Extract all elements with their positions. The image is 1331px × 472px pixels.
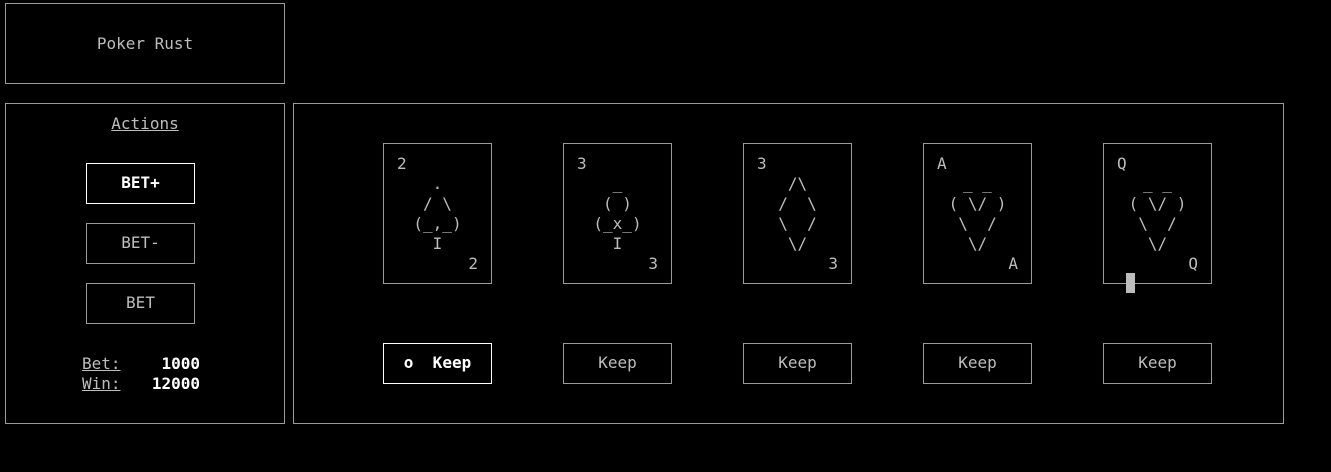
diamonds-icon: /\ / \ \ / \/ <box>778 174 817 253</box>
card-rank-bottom: Q <box>1188 254 1198 273</box>
bet-button[interactable]: BET <box>86 283 195 324</box>
card-3[interactable]: 3 /\ / \ \ / \/ 3 <box>743 143 852 284</box>
keep-button-1[interactable]: o Keep <box>383 343 492 384</box>
card-rank-top: A <box>937 154 947 173</box>
bet-value: 1000 <box>161 354 200 373</box>
card-1[interactable]: 2 . / \ (_,_) I 2 <box>383 143 492 284</box>
spades-icon: _ ( ) (_x_) I <box>593 174 642 253</box>
keep-button-2[interactable]: Keep <box>563 343 672 384</box>
win-label: Win: <box>82 374 121 393</box>
card-rank-bottom: 2 <box>468 254 478 273</box>
hearts-icon: _ _ ( \/ ) \ / \/ <box>1128 174 1187 253</box>
actions-heading: Actions <box>111 114 179 133</box>
card-rank-bottom: 3 <box>648 254 658 273</box>
card-4[interactable]: A _ _ ( \/ ) \ / \/ A <box>923 143 1032 284</box>
card-rank-bottom: A <box>1008 254 1018 273</box>
card-rank-top: 2 <box>397 154 407 173</box>
card-rank-top: 3 <box>757 154 767 173</box>
card-rank-bottom: 3 <box>828 254 838 273</box>
table-panel: 2 . / \ (_,_) I 2 3 _ ( ) (_x_) I 3 3 /\… <box>293 103 1284 424</box>
clubs-icon: . / \ (_,_) I <box>413 174 462 253</box>
keep-button-3[interactable]: Keep <box>743 343 852 384</box>
terminal-cursor <box>1126 273 1135 293</box>
keep-button-5[interactable]: Keep <box>1103 343 1212 384</box>
title-panel: Poker Rust <box>5 3 285 84</box>
keep-button-4[interactable]: Keep <box>923 343 1032 384</box>
bet-plus-button[interactable]: BET+ <box>86 163 195 204</box>
hearts-icon: _ _ ( \/ ) \ / \/ <box>948 174 1007 253</box>
win-value: 12000 <box>151 374 200 393</box>
bet-minus-button[interactable]: BET- <box>86 223 195 264</box>
card-5[interactable]: Q _ _ ( \/ ) \ / \/ Q <box>1103 143 1212 284</box>
actions-panel: Actions BET+ BET- BET Bet: 1000 Win: 120… <box>5 103 285 424</box>
app-title: Poker Rust <box>96 34 194 53</box>
bet-label: Bet: <box>82 354 121 373</box>
card-rank-top: Q <box>1117 154 1127 173</box>
card-rank-top: 3 <box>577 154 587 173</box>
card-2[interactable]: 3 _ ( ) (_x_) I 3 <box>563 143 672 284</box>
